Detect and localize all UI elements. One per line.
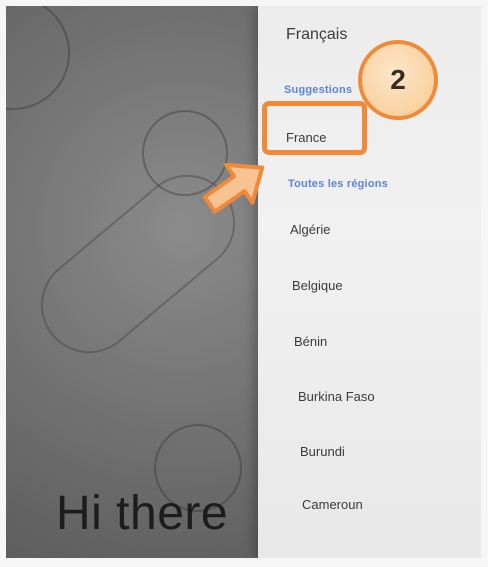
region-item-benin[interactable]: Bénin — [294, 334, 327, 349]
all-regions-label: Toutes les régions — [288, 178, 388, 190]
region-item-burundi[interactable]: Burundi — [300, 444, 345, 459]
panel-title: Français — [286, 26, 348, 43]
step-number-badge: 2 — [358, 40, 438, 120]
region-item-cameroun[interactable]: Cameroun — [302, 497, 363, 512]
decorative-circle — [6, 6, 70, 110]
region-item-burkina-faso[interactable]: Burkina Faso — [298, 389, 375, 404]
arrow-right-icon — [202, 162, 265, 214]
region-item-belgique[interactable]: Belgique — [292, 278, 343, 293]
welcome-screen: Hi there — [6, 6, 258, 558]
region-item-algerie[interactable]: Algérie — [290, 222, 330, 237]
greeting-text: Hi there — [56, 487, 229, 540]
suggestions-label: Suggestions — [284, 84, 353, 96]
highlight-box — [262, 101, 367, 155]
